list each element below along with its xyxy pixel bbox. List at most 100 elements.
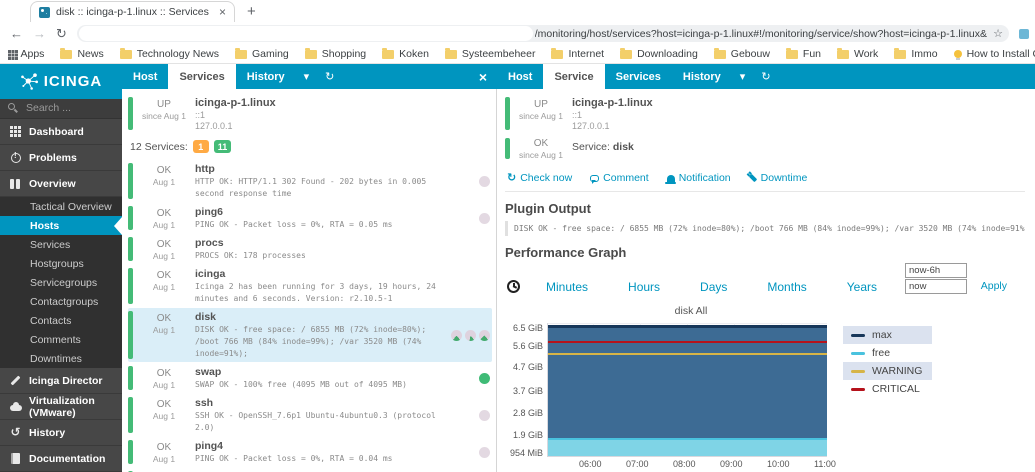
service-row-disk[interactable]: OKAug 1disk /DISK OK - free space: / 685… [128, 468, 492, 472]
service-output: Icinga 2 has been running for 3 days, 19… [195, 282, 436, 303]
detail-service-summary[interactable]: OK since Aug 1 Service: disk [505, 137, 1025, 166]
chevron-down-icon[interactable]: ▾ [732, 64, 754, 89]
tab-host[interactable]: Host [497, 64, 543, 89]
tab-close-icon[interactable]: × [219, 5, 226, 19]
sidebar-item-problems[interactable]: Problems [0, 145, 122, 171]
bookmark-systeembeheer[interactable]: Systeembeheer [444, 47, 535, 60]
bookmarks-bar: Apps News Technology News Gaming Shopping Kok… [0, 45, 1035, 64]
sidebar-item-servicegroups[interactable]: Servicegroups [0, 273, 122, 292]
url-text: /monitoring/host/services?host=icinga-p-… [534, 27, 987, 40]
sidebar-search [0, 98, 122, 119]
service-state: OK [156, 239, 172, 250]
tab-services[interactable]: Services [605, 64, 672, 89]
reload-icon[interactable]: ↻ [56, 26, 67, 42]
tab-service[interactable]: Service [543, 64, 605, 89]
sidebar-item-label: Services [30, 238, 71, 251]
sidebar-item-history[interactable]: History [0, 420, 122, 446]
sidebar-item-contactgroups[interactable]: Contactgroups [0, 292, 122, 311]
back-icon[interactable]: ← [10, 26, 23, 41]
range-hours[interactable]: Hours [628, 280, 660, 294]
service-state: OK [156, 368, 172, 379]
close-column-icon[interactable]: × [469, 64, 497, 89]
sidebar-item-hostgroups[interactable]: Hostgroups [0, 254, 122, 273]
sidebar-item-overview[interactable]: Overview [0, 171, 122, 197]
action-comment[interactable]: Comment [590, 172, 649, 184]
bookmark-star-icon[interactable]: ☆ [993, 27, 1003, 40]
browser-tab[interactable]: disk :: icinga-p-1.linux :: Services × [30, 1, 235, 22]
range-years[interactable]: Years [847, 280, 877, 294]
service-row-ssh[interactable]: OK Aug 1 ssh SSH OK - OpenSSH_7.6p1 Ubuntu-… [128, 394, 492, 436]
bookmark-shopping[interactable]: Shopping [304, 47, 366, 60]
icinga-logo[interactable]: ICINGA [0, 64, 122, 99]
sidebar-item-contacts[interactable]: Contacts [0, 311, 122, 330]
clock-icon[interactable] [507, 280, 520, 293]
sidebar-item-virtualization-vmware[interactable]: Virtualization (VMware) [0, 394, 122, 420]
bookmark-fun[interactable]: Fun [785, 47, 821, 60]
service-state: OK [156, 270, 172, 281]
sidebar-item-comments[interactable]: Comments [0, 330, 122, 349]
tab-history[interactable]: History [236, 64, 296, 89]
time-to-input[interactable] [905, 279, 967, 294]
search-input[interactable] [24, 101, 104, 116]
services-count-label: 12 Services: [130, 140, 188, 153]
sidebar-item-tactical-overview[interactable]: Tactical Overview [0, 197, 122, 216]
sidebar-item-icinga-director[interactable]: Icinga Director [0, 368, 122, 394]
bookmark-work[interactable]: Work [837, 47, 878, 60]
bookmark-news[interactable]: News [60, 47, 104, 60]
warning-count-badge[interactable]: 1 [192, 140, 209, 153]
sidebar-menu: Dashboard Problems Overview Tactical Overvi… [0, 119, 122, 472]
new-tab-button[interactable]: + [247, 2, 256, 22]
service-row-procs[interactable]: OK Aug 1 procs PROCS OK: 178 processes [128, 234, 492, 264]
sidebar-item-services[interactable]: Services [0, 235, 122, 254]
bookmark-immo[interactable]: Immo [894, 47, 938, 60]
bookmark-gaming[interactable]: Gaming [235, 47, 289, 60]
service-row-icinga[interactable]: OK Aug 1 icinga Icinga 2 has been running f… [128, 265, 492, 307]
perfdata-pie-icon [451, 329, 462, 341]
bookmark-apps[interactable]: Apps [8, 48, 44, 60]
detail-host-summary[interactable]: UP since Aug 1 icinga-p-1.linux ::1 127.… [505, 94, 1025, 137]
tab-history[interactable]: History [672, 64, 732, 89]
legend-label: CRITICAL [872, 383, 920, 395]
refresh-icon[interactable]: ↻ [317, 64, 342, 89]
range-days[interactable]: Days [700, 280, 727, 294]
service-row-http[interactable]: OK Aug 1 http HTTP OK: HTTP/1.1 302 Found -… [128, 160, 492, 202]
range-months[interactable]: Months [767, 280, 806, 294]
bookmark-how-to-install-grafa[interactable]: How to Install Grafa... [953, 48, 1035, 60]
extension-icon[interactable] [1019, 28, 1029, 39]
x-tick-label: 08:00 [673, 459, 696, 469]
sidebar-item-documentation[interactable]: Documentation [0, 446, 122, 472]
bookmark-label: News [77, 48, 104, 60]
service-output: PING OK - Packet loss = 0%, RTA = 0.05 m… [195, 220, 393, 229]
forward-icon[interactable]: → [33, 26, 46, 41]
bookmark-koken[interactable]: Koken [382, 47, 429, 60]
sidebar-item-hosts[interactable]: Hosts [0, 216, 122, 235]
apps-grid-icon [8, 50, 11, 53]
refresh-icon[interactable]: ↻ [753, 64, 778, 89]
host-summary[interactable]: UP since Aug 1 icinga-p-1.linux ::1 127.… [128, 94, 492, 137]
tab-services[interactable]: Services [168, 64, 236, 89]
service-row-disk[interactable]: OK Aug 1 disk DISK OK - free space: / 6855 … [128, 308, 492, 362]
action-downtime[interactable]: Downtime [748, 172, 807, 184]
ok-count-badge[interactable]: 11 [213, 140, 232, 153]
bookmark-gebouw[interactable]: Gebouw [713, 47, 770, 60]
sidebar-item-downtimes[interactable]: Downtimes [0, 349, 122, 368]
action-label: Notification [678, 172, 731, 184]
action-check-now[interactable]: Check now [507, 172, 572, 184]
services-summary: 12 Services: 1 11 [128, 137, 492, 160]
service-row-swap[interactable]: OK Aug 1 swap SWAP OK - 100% free (4095 MB … [128, 363, 492, 393]
time-from-input[interactable] [905, 263, 967, 278]
bookmark-internet[interactable]: Internet [551, 47, 604, 60]
bookmark-downloading[interactable]: Downloading [620, 47, 698, 60]
apply-button[interactable]: Apply [981, 280, 1007, 292]
service-row-ping4[interactable]: OK Aug 1 ping4 PING OK - Packet loss = 0%, … [128, 437, 492, 467]
range-minutes[interactable]: Minutes [546, 280, 588, 294]
address-bar[interactable]: /monitoring/host/services?host=icinga-p-… [76, 25, 1009, 42]
action-notification[interactable]: Notification [665, 172, 731, 184]
bookmark-technology-news[interactable]: Technology News [119, 47, 219, 60]
tab-host[interactable]: Host [122, 64, 168, 89]
chevron-down-icon[interactable]: ▾ [296, 64, 318, 89]
service-output: SSH OK - OpenSSH_7.6p1 Ubuntu-4ubuntu0.3… [195, 411, 436, 432]
service-row-ping6[interactable]: OK Aug 1 ping6 PING OK - Packet loss = 0%, … [128, 203, 492, 233]
folder-icon [894, 47, 907, 59]
sidebar-item-dashboard[interactable]: Dashboard [0, 119, 122, 145]
